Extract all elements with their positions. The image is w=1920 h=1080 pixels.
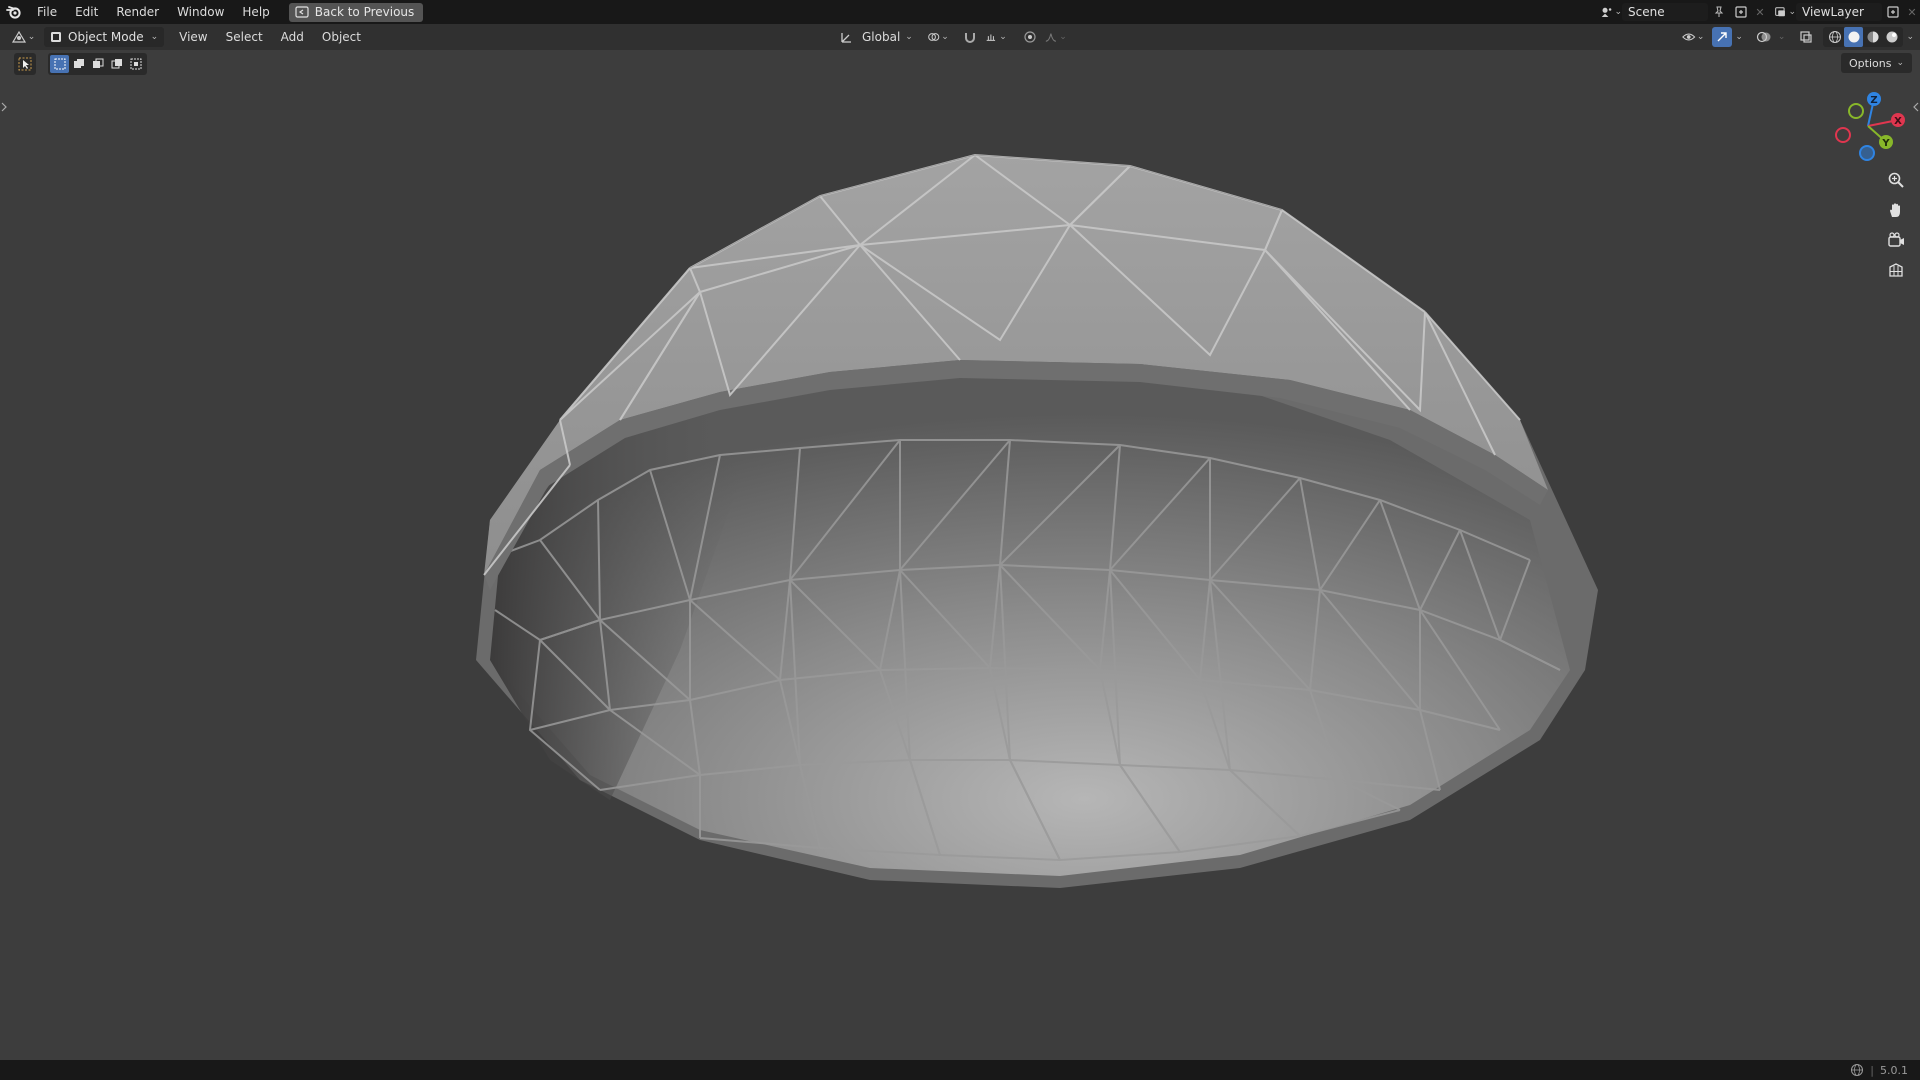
menu-select[interactable]: Select bbox=[217, 30, 272, 44]
menu-file[interactable]: File bbox=[28, 0, 66, 24]
blender-logo-icon[interactable] bbox=[0, 0, 28, 24]
object-mode-label: Object Mode bbox=[68, 30, 144, 44]
axis-x-label: X bbox=[1894, 116, 1902, 127]
top-menu-bar: File Edit Render Window Help Back to Pre… bbox=[0, 0, 1920, 24]
menu-window[interactable]: Window bbox=[168, 0, 233, 24]
gizmo-dropdown-chevron-icon[interactable]: ⌄ bbox=[1735, 32, 1743, 42]
orthographic-grid-icon[interactable] bbox=[1880, 258, 1912, 282]
delete-view-layer-icon[interactable]: ✕ bbox=[1904, 2, 1920, 22]
new-scene-icon[interactable] bbox=[1730, 2, 1752, 22]
overlays-toggle-icon[interactable] bbox=[1753, 27, 1775, 47]
view-layer-field[interactable]: ViewLayer bbox=[1796, 3, 1882, 21]
zoom-icon[interactable] bbox=[1880, 168, 1912, 192]
viewport-display-tools: ⌄ ⌄ ⌄ ⌄ bbox=[1682, 24, 1914, 50]
pan-hand-icon[interactable] bbox=[1880, 198, 1912, 222]
scene-browse-icon[interactable]: ⌄ bbox=[1600, 2, 1622, 22]
xray-toggle-icon[interactable] bbox=[1795, 27, 1817, 47]
object-mode-icon bbox=[51, 32, 61, 42]
transform-orientation-dropdown[interactable]: Global ⌄ bbox=[862, 30, 913, 44]
status-separator: | bbox=[1870, 1063, 1874, 1077]
navigation-buttons bbox=[1880, 168, 1912, 282]
menu-view[interactable]: View bbox=[170, 30, 216, 44]
scene-name-field[interactable]: Scene bbox=[1622, 3, 1708, 21]
geodesic-dome-mesh[interactable] bbox=[0, 50, 1920, 1060]
visibility-icon[interactable]: ⌄ bbox=[1682, 27, 1704, 47]
shading-dropdown-chevron-icon[interactable]: ⌄ bbox=[1906, 32, 1914, 42]
network-globe-icon bbox=[1851, 1064, 1864, 1076]
menu-object[interactable]: Object bbox=[313, 30, 370, 44]
menu-help[interactable]: Help bbox=[233, 0, 278, 24]
axis-neg-x-icon[interactable] bbox=[1835, 127, 1851, 143]
top-right-controls: ⌄ Scene ✕ ⌄ ViewLayer ✕ bbox=[1600, 0, 1920, 24]
view-layer-browse-icon[interactable]: ⌄ bbox=[1774, 2, 1796, 22]
snap-toggle-icon[interactable] bbox=[959, 27, 981, 47]
version-label: 5.0.1 bbox=[1880, 1063, 1908, 1077]
chevron-down-icon: ⌄ bbox=[150, 32, 159, 42]
solid-shading-icon[interactable] bbox=[1844, 27, 1864, 47]
shading-mode-group bbox=[1823, 27, 1904, 47]
axis-neg-z-icon[interactable] bbox=[1859, 145, 1875, 161]
new-view-layer-icon[interactable] bbox=[1882, 2, 1904, 22]
axis-z-label: Z bbox=[1870, 95, 1877, 106]
delete-scene-icon[interactable]: ✕ bbox=[1752, 2, 1768, 22]
camera-view-icon[interactable] bbox=[1880, 228, 1912, 252]
snap-target-icon[interactable]: ⌄ bbox=[985, 27, 1007, 47]
pivot-point-icon[interactable]: ⌄ bbox=[927, 27, 949, 47]
menu-render[interactable]: Render bbox=[107, 0, 168, 24]
object-mode-dropdown[interactable]: Object Mode ⌄ bbox=[44, 27, 165, 47]
editor-type-icon[interactable]: ⌄ bbox=[8, 27, 38, 47]
3d-viewport[interactable] bbox=[0, 50, 1920, 1060]
menu-add[interactable]: Add bbox=[272, 30, 313, 44]
transform-tools: Global ⌄ ⌄ ⌄ ⌄ bbox=[836, 24, 1067, 50]
axis-neg-y-icon[interactable] bbox=[1848, 103, 1864, 119]
wireframe-shading-icon[interactable] bbox=[1825, 27, 1844, 47]
back-screen-icon bbox=[295, 6, 309, 18]
pin-icon[interactable] bbox=[1708, 2, 1730, 22]
scene-name: Scene bbox=[1628, 5, 1665, 19]
navigation-gizmo[interactable]: Z X Y bbox=[1826, 90, 1910, 164]
axis-y-label: Y bbox=[1881, 138, 1890, 149]
view-layer-name: ViewLayer bbox=[1802, 5, 1864, 19]
menu-edit[interactable]: Edit bbox=[66, 0, 107, 24]
material-shading-icon[interactable] bbox=[1863, 27, 1882, 47]
falloff-curve-icon[interactable]: ⌄ bbox=[1045, 27, 1067, 47]
transform-orientation-icon[interactable] bbox=[836, 27, 858, 47]
rendered-shading-icon[interactable] bbox=[1882, 27, 1901, 47]
back-button-label: Back to Previous bbox=[314, 5, 415, 19]
status-bar: | 5.0.1 bbox=[0, 1060, 1920, 1080]
transform-orientation-label: Global bbox=[862, 30, 901, 44]
back-to-previous-button[interactable]: Back to Previous bbox=[288, 2, 424, 22]
proportional-editing-icon[interactable] bbox=[1019, 27, 1041, 47]
gizmo-toggle-icon[interactable] bbox=[1712, 27, 1733, 47]
overlays-dropdown-chevron-icon[interactable]: ⌄ bbox=[1778, 32, 1786, 42]
